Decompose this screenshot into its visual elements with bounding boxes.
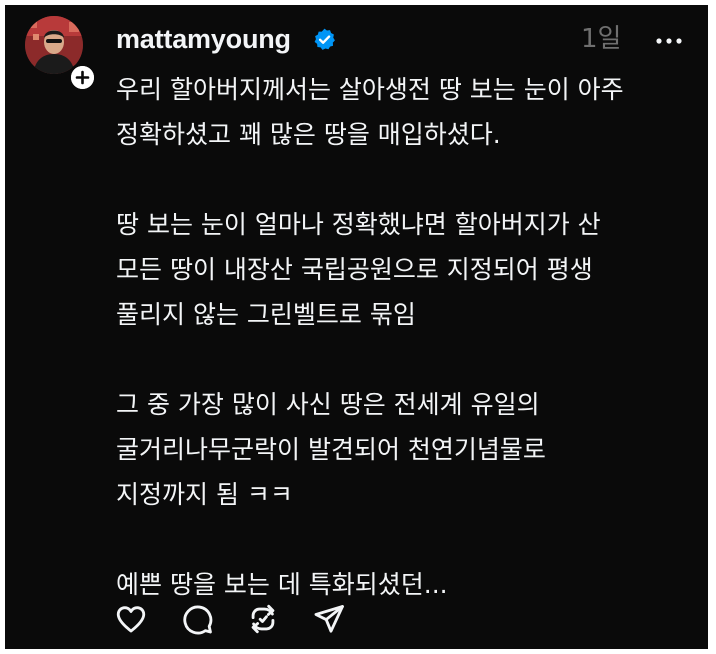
post-body: 우리 할아버지께서는 살아생전 땅 보는 눈이 아주정확하셨고 꽤 많은 땅을 … [116,67,696,607]
more-horizontal-icon [656,38,682,44]
post-line: 우리 할아버지께서는 살아생전 땅 보는 눈이 아주 [116,75,624,104]
thread-post: mattamyoung 1일 우리 할아버지께서는 살아생전 땅 보는 눈이 아… [5,5,708,649]
share-button[interactable] [311,601,347,637]
post-line: 지정까지 됨 ㅋㅋ [116,480,293,509]
post-line: 그 중 가장 많이 사신 땅은 전세계 유일의 [116,390,540,419]
repost-icon [251,604,275,634]
author-username[interactable]: mattamyoung [116,23,291,55]
plus-icon [71,66,94,89]
like-button[interactable] [113,601,149,637]
post-line: 굴거리나무군락이 발견되어 천연기념물로 [116,435,546,464]
send-icon [314,605,344,633]
post-actions [113,599,377,639]
heart-icon [116,606,146,633]
follow-button[interactable] [68,63,97,92]
more-options-button[interactable] [649,25,689,55]
comment-icon [183,605,213,635]
post-timestamp: 1일 [581,24,622,54]
post-line: 정확하셨고 꽤 많은 땅을 매입하셨다. [116,120,501,149]
author-avatar-container[interactable] [25,16,97,92]
comment-button[interactable] [179,601,215,637]
post-line: 땅 보는 눈이 얼마나 정확했냐면 할아버지가 산 [116,210,601,239]
verified-badge-icon [314,28,335,50]
post-line: 모든 땅이 내장산 국립공원으로 지정되어 평생 [116,255,593,284]
repost-button[interactable] [245,601,281,637]
post-line: 풀리지 않는 그린벨트로 묶임 [116,300,416,329]
